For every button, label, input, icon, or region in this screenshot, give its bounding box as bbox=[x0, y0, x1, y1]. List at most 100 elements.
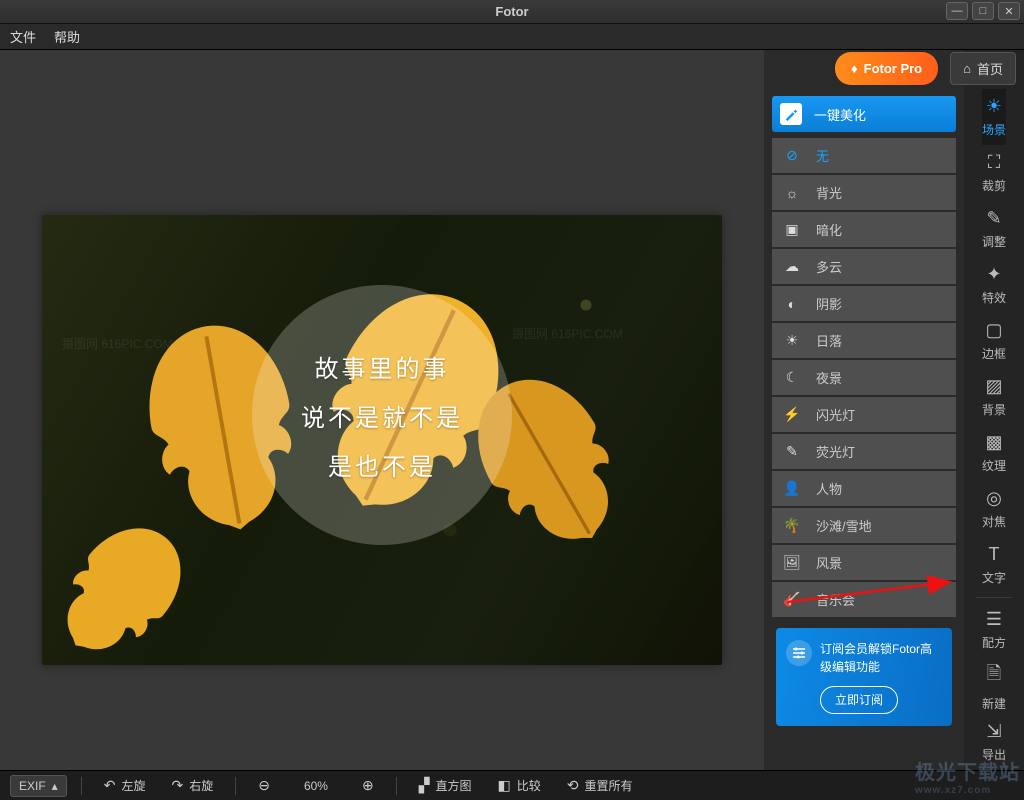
tool-icon: ☀ bbox=[986, 96, 1002, 117]
exif-button[interactable]: EXIF ▴ bbox=[10, 775, 67, 797]
tool-label: 对焦 bbox=[982, 513, 1006, 530]
preset-item-7[interactable]: ⚡闪光灯 bbox=[772, 397, 956, 433]
tool-label: 调整 bbox=[982, 233, 1006, 250]
reset-button[interactable]: ⟲ 重置所有 bbox=[559, 774, 641, 797]
preset-item-8[interactable]: ✎ 荧光灯 bbox=[772, 434, 956, 470]
histogram-icon: ▞ bbox=[419, 777, 430, 794]
fotor-pro-button[interactable]: ♦ Fotor Pro bbox=[835, 52, 938, 85]
tool-导出[interactable]: ⇲ 导出 bbox=[982, 714, 1006, 770]
tool-strip: ☀ 场景 ⛶裁剪 ✎ 调整 ✦特效 ▢ 边框 ▨背景 ▩ 纹理 ◎ 对焦 T 文字 ☰配方 🗎 新建 ⇲ 导出 bbox=[964, 50, 1024, 770]
preset-label: 荧光灯 bbox=[816, 442, 855, 461]
tool-icon: ◎ bbox=[986, 488, 1002, 509]
preset-item-5[interactable]: ☀日落 bbox=[772, 323, 956, 359]
tool-场景[interactable]: ☀ 场景 bbox=[982, 89, 1006, 145]
tool-icon: T bbox=[988, 544, 999, 565]
zoom-percentage[interactable]: 60% bbox=[304, 779, 328, 793]
tool-label: 新建 bbox=[982, 695, 1006, 712]
preset-icon: 🖼 bbox=[782, 553, 802, 573]
preset-label: 沙滩/雪地 bbox=[816, 516, 872, 535]
tool-icon: ▢ bbox=[985, 320, 1002, 341]
preset-label: 背光 bbox=[816, 183, 842, 202]
tool-icon: ⇲ bbox=[986, 721, 1001, 742]
preset-icon: 🌴 bbox=[782, 516, 802, 536]
preset-item-12[interactable]: 🎸音乐会 bbox=[772, 582, 956, 618]
tool-label: 纹理 bbox=[982, 457, 1006, 474]
exif-label: EXIF bbox=[19, 779, 46, 793]
tool-icon: ▩ bbox=[985, 432, 1002, 453]
preset-item-4[interactable]: ◐ 阴影 bbox=[772, 286, 956, 322]
tool-调整[interactable]: ✎ 调整 bbox=[982, 201, 1006, 257]
preset-item-2[interactable]: ▣暗化 bbox=[772, 212, 956, 248]
tool-label: 背景 bbox=[982, 401, 1006, 418]
preset-icon: ◐ bbox=[782, 294, 802, 314]
home-button[interactable]: ⌂ 首页 bbox=[950, 52, 1016, 85]
canvas-area[interactable]: 摄图网 616PIC.COM 摄图网 616PIC.COM 故事里的事 说不是就… bbox=[0, 50, 764, 770]
tool-新建[interactable]: 🗎 新建 bbox=[982, 658, 1006, 714]
preset-item-11[interactable]: 🖼风景 bbox=[772, 545, 956, 581]
rotate-right-icon: ↷ bbox=[171, 777, 183, 794]
preset-panel: 一键美化 ⊘无 ☼ 背光 ▣暗化 ☁ 多云 ◐ 阴影 ☀日落☾夜景⚡闪光灯 ✎ 荧光灯 👤人物 🌴 沙滩/… bbox=[764, 50, 964, 770]
preset-header-auto-enhance[interactable]: 一键美化 bbox=[772, 96, 956, 132]
minimize-button[interactable]: — bbox=[946, 2, 968, 20]
tool-裁剪[interactable]: ⛶裁剪 bbox=[982, 145, 1006, 201]
tool-纹理[interactable]: ▩ 纹理 bbox=[982, 425, 1006, 481]
image-watermark: 摄图网 616PIC.COM bbox=[512, 325, 623, 342]
zoom-out-button[interactable]: ⊖ bbox=[250, 774, 278, 797]
app-title: Fotor bbox=[495, 4, 528, 19]
canvas-image[interactable]: 摄图网 616PIC.COM 摄图网 616PIC.COM 故事里的事 说不是就… bbox=[42, 215, 722, 665]
compare-button[interactable]: ◧ 比较 bbox=[490, 774, 549, 797]
maximize-button[interactable]: □ bbox=[972, 2, 994, 20]
preset-item-6[interactable]: ☾夜景 bbox=[772, 360, 956, 396]
menu-help[interactable]: 帮助 bbox=[54, 27, 80, 46]
reset-label: 重置所有 bbox=[584, 777, 632, 794]
tool-label: 裁剪 bbox=[982, 177, 1006, 194]
preset-item-10[interactable]: 🌴 沙滩/雪地 bbox=[772, 508, 956, 544]
subscription-promo[interactable]: 订阅会员解锁Fotor高级编辑功能 立即订阅 bbox=[776, 628, 952, 726]
rotate-right-label: 右旋 bbox=[189, 777, 213, 794]
preset-label: 阴影 bbox=[816, 294, 842, 313]
preset-item-3[interactable]: ☁ 多云 bbox=[772, 249, 956, 285]
close-button[interactable]: ✕ bbox=[998, 2, 1020, 20]
rotate-left-icon: ↶ bbox=[104, 777, 116, 794]
tool-icon: ✎ bbox=[986, 208, 1001, 229]
preset-icon: 🎸 bbox=[782, 590, 802, 610]
tool-特效[interactable]: ✦特效 bbox=[982, 257, 1006, 313]
preset-item-9[interactable]: 👤人物 bbox=[772, 471, 956, 507]
menu-file[interactable]: 文件 bbox=[10, 27, 36, 46]
preset-item-0[interactable]: ⊘无 bbox=[772, 138, 956, 174]
preset-icon: ☼ bbox=[782, 183, 802, 203]
preset-icon: ☀ bbox=[782, 331, 802, 351]
subscribe-button[interactable]: 立即订阅 bbox=[820, 686, 898, 714]
preset-icon: ✎ bbox=[782, 442, 802, 462]
tool-label: 导出 bbox=[982, 746, 1006, 763]
text-overlay-circle[interactable]: 故事里的事 说不是就不是 是也不是 bbox=[252, 285, 512, 545]
tool-背景[interactable]: ▨背景 bbox=[982, 369, 1006, 425]
tool-label: 场景 bbox=[982, 121, 1006, 138]
compare-label: 比较 bbox=[517, 777, 541, 794]
tool-label: 边框 bbox=[982, 345, 1006, 362]
preset-icon: ☁ bbox=[782, 257, 802, 277]
tool-文字[interactable]: T 文字 bbox=[982, 537, 1006, 593]
tool-边框[interactable]: ▢ 边框 bbox=[982, 313, 1006, 369]
reset-icon: ⟲ bbox=[567, 777, 579, 794]
preset-icon: ⚡ bbox=[782, 405, 802, 425]
tool-icon: ✦ bbox=[986, 264, 1001, 285]
compare-icon: ◧ bbox=[498, 777, 511, 794]
preset-item-1[interactable]: ☼ 背光 bbox=[772, 175, 956, 211]
preset-label: 多云 bbox=[816, 257, 842, 276]
histogram-label: 直方图 bbox=[435, 777, 471, 794]
tool-对焦[interactable]: ◎ 对焦 bbox=[982, 481, 1006, 537]
preset-label: 无 bbox=[816, 146, 829, 165]
overlay-text-line: 故事里的事 bbox=[315, 349, 450, 384]
rotate-right-button[interactable]: ↷ 右旋 bbox=[163, 774, 221, 797]
zoom-in-button[interactable]: ⊕ bbox=[354, 774, 382, 797]
tool-label: 文字 bbox=[982, 569, 1006, 586]
preset-header-label: 一键美化 bbox=[814, 105, 866, 124]
rotate-left-button[interactable]: ↶左旋 bbox=[96, 774, 154, 797]
promo-text: 订阅会员解锁Fotor高级编辑功能 bbox=[820, 640, 942, 676]
tool-icon: 🗎 bbox=[987, 661, 1001, 691]
tool-配方[interactable]: ☰配方 bbox=[982, 602, 1006, 658]
preset-icon: ▣ bbox=[782, 220, 802, 240]
histogram-button[interactable]: ▞ 直方图 bbox=[411, 774, 480, 797]
preset-icon: 👤 bbox=[782, 479, 802, 499]
